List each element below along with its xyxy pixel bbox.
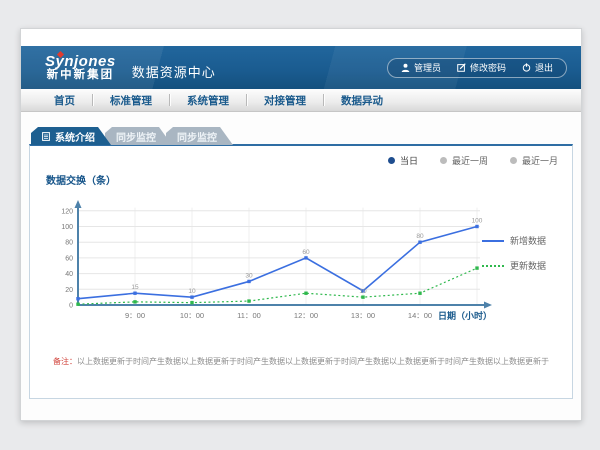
radio-last-month[interactable]: 最近一月 [510,154,558,167]
nav-item-home[interactable]: 首页 [37,93,92,108]
nav-item-data-change[interactable]: 数据异动 [324,93,400,108]
legend-label: 新增数据 [510,234,546,247]
app-header: Synjones 新中新集团 数据资源中心 管理员 修改密码 退出 [21,46,581,89]
logout-label: 退出 [535,61,553,74]
footer-note: 备注：以上数据更新于时间产生数据以上数据更新于时间产生数据以上数据更新于时间产生… [30,356,572,367]
tab-sync-monitor-1[interactable]: 同步监控 [105,127,172,145]
nav-item-interface-mgmt[interactable]: 对接管理 [247,93,323,108]
admin-user-label: 管理员 [414,61,441,74]
company-logo: Synjones 新中新集团 [45,54,116,82]
y-axis-title: 数据交换（条） [46,172,116,187]
svg-text:40: 40 [65,271,73,278]
tab-label: 系统介绍 [55,129,95,144]
dotted-line-swatch-icon [482,265,504,267]
svg-text:14：00: 14：00 [408,311,432,320]
nav-item-system-mgmt[interactable]: 系统管理 [170,93,246,108]
svg-text:80: 80 [416,233,424,240]
tab-sync-monitor-2[interactable]: 同步监控 [166,127,233,145]
solid-line-swatch-icon [482,240,504,242]
svg-text:日期（小时）: 日期（小时） [438,310,492,321]
window-top-strip [21,29,581,46]
user-menu: 管理员 修改密码 退出 [387,58,567,78]
svg-text:11：00: 11：00 [237,311,261,320]
svg-text:0: 0 [69,303,73,310]
radio-last-week[interactable]: 最近一周 [440,154,488,167]
chart-panel: 当日 最近一周 最近一月 数据交换（条） 0 20 40 60 80 100 120 9：00… [29,144,573,399]
tab-system-intro[interactable]: 系统介绍 [31,127,111,145]
main-nav: 首页 标准管理 系统管理 对接管理 数据异动 [21,89,581,112]
note-prefix: 备注： [53,357,77,366]
radio-today[interactable]: 当日 [388,154,418,167]
change-password-button[interactable]: 修改密码 [457,61,506,74]
change-password-label: 修改密码 [470,61,506,74]
svg-text:60: 60 [65,255,73,262]
exchange-line-chart: 0 20 40 60 80 100 120 9：00 10：00 11：00 12：00 13：00 1… [38,190,498,333]
legend-label: 更新数据 [510,259,546,272]
nav-item-standard-mgmt[interactable]: 标准管理 [93,93,169,108]
time-range-selector: 当日 最近一周 最近一月 [388,154,558,167]
document-icon [42,132,50,141]
svg-text:60: 60 [302,249,310,256]
note-text: 以上数据更新于时间产生数据以上数据更新于时间产生数据以上数据更新于时间产生数据以… [77,357,549,366]
radio-dot-icon [510,157,517,164]
tab-bar: 系统介绍 同步监控 同步监控 [31,127,227,145]
page-title: 数据资源中心 [132,62,216,81]
radio-today-label: 当日 [400,154,418,167]
svg-text:12：00: 12：00 [294,311,318,320]
admin-user-button[interactable]: 管理员 [401,61,441,74]
legend-new-data: 新增数据 [482,234,566,247]
svg-text:10: 10 [359,288,367,295]
series-legend: 新增数据 更新数据 [482,234,566,272]
user-icon [401,63,410,72]
svg-text:15: 15 [131,284,139,291]
svg-text:80: 80 [65,240,73,247]
edit-icon [457,63,466,72]
svg-text:120: 120 [61,208,73,215]
svg-text:30: 30 [245,272,253,279]
logo-text: Synjones [45,54,116,70]
legend-updated-data: 更新数据 [482,259,566,272]
svg-text:20: 20 [65,287,73,294]
svg-text:100: 100 [472,218,483,225]
radio-last-week-label: 最近一周 [452,154,488,167]
content-area: 系统介绍 同步监控 同步监控 当日 最近一周 [21,112,581,420]
tab-label: 同步监控 [177,129,217,144]
radio-dot-icon [440,157,447,164]
power-icon [522,63,531,72]
tab-label: 同步监控 [116,129,156,144]
radio-dot-icon [388,157,395,164]
radio-last-month-label: 最近一月 [522,154,558,167]
logo-subtitle: 新中新集团 [45,69,116,81]
svg-text:13：00: 13：00 [351,311,375,320]
app-window: Synjones 新中新集团 数据资源中心 管理员 修改密码 退出 首页 标准管… [20,28,582,421]
svg-text:10：00: 10：00 [180,311,204,320]
svg-text:10: 10 [188,288,196,295]
logout-button[interactable]: 退出 [522,61,553,74]
svg-text:100: 100 [61,224,73,231]
svg-text:9：00: 9：00 [125,311,145,320]
